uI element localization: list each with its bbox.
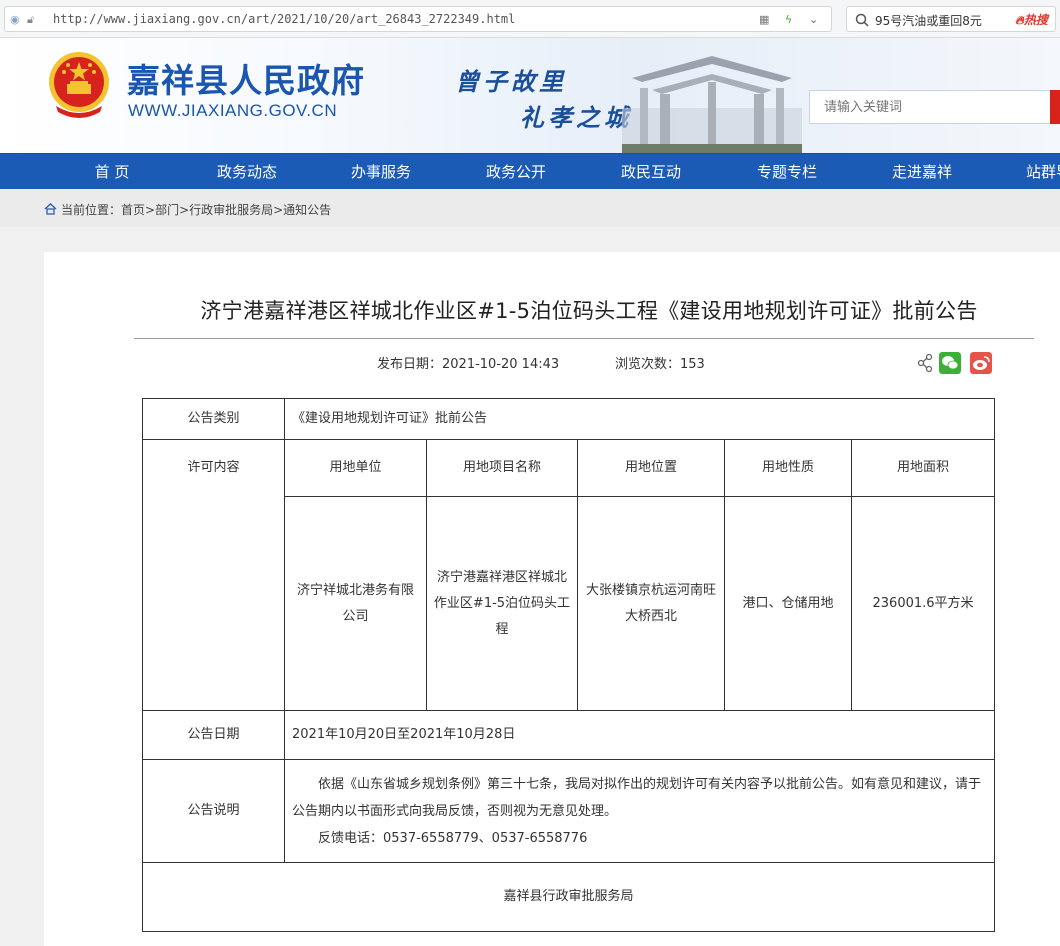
table-row: 嘉祥县行政审批服务局 bbox=[141, 862, 996, 932]
nav-about[interactable]: 走进嘉祥 bbox=[867, 154, 977, 190]
security-icon[interactable]: 🔓︎ bbox=[27, 13, 34, 27]
desc-text: 依据《山东省城乡规划条例》第三十七条，我局对拟作出的规划许可有关内容予以批前公告… bbox=[292, 776, 982, 819]
browser-search[interactable]: 95号汽油或重回8元 🔥︎热搜 bbox=[846, 6, 1056, 32]
cell-location: 大张楼镇京杭运河南旺大桥西北 bbox=[577, 496, 725, 711]
category-label: 公告类别 bbox=[142, 398, 285, 440]
weibo-icon[interactable] bbox=[970, 352, 992, 374]
table-row: 公告类别 《建设用地规划许可证》批前公告 bbox=[142, 398, 996, 440]
nav-home[interactable]: 首 页 bbox=[57, 154, 167, 190]
slogan-line1: 曾子故里 bbox=[455, 67, 567, 96]
article-title: 济宁港嘉祥港区祥城北作业区#1-5泊位码头工程《建设用地规划许可证》批前公告 bbox=[200, 299, 978, 323]
nav-topics[interactable]: 专题专栏 bbox=[732, 154, 842, 190]
archway-image bbox=[622, 56, 802, 153]
table-row: 公告说明 依据《山东省城乡规划条例》第三十七条，我局对拟作出的规划许可有关内容予… bbox=[142, 759, 996, 863]
breadcrumb-path[interactable]: 首页>部门>行政审批服务局>通知公告 bbox=[121, 203, 331, 217]
header-location: 用地位置 bbox=[577, 439, 725, 497]
category-value: 《建设用地规划许可证》批前公告 bbox=[283, 398, 996, 440]
speed-icon[interactable]: ϟ bbox=[785, 13, 792, 26]
search-suggestion[interactable]: 95号汽油或重回8元 bbox=[875, 12, 982, 29]
breadcrumb-bar: 当前位置：首页>部门>行政审批服务局>通知公告 bbox=[0, 189, 1060, 227]
site-search-button[interactable] bbox=[1050, 90, 1060, 124]
cell-area: 236001.6平方米 bbox=[850, 496, 996, 711]
nav-sites[interactable]: 站群导航 bbox=[1004, 154, 1060, 190]
url-text[interactable]: http://www.jiaxiang.gov.cn/art/2021/10/2… bbox=[53, 12, 515, 26]
table-row: 许可内容 用地单位 用地项目名称 用地位置 用地性质 用地面积 bbox=[142, 439, 996, 711]
nav-interaction[interactable]: 政民互动 bbox=[596, 154, 706, 190]
national-emblem-icon bbox=[49, 52, 109, 118]
qr-code-icon[interactable]: ▦ bbox=[759, 13, 769, 26]
chevron-down-icon[interactable]: ⌄ bbox=[809, 13, 818, 26]
header-unit: 用地单位 bbox=[284, 439, 427, 497]
breadcrumb-label: 当前位置： bbox=[61, 203, 122, 217]
flame-icon: 🔥︎ bbox=[1015, 13, 1024, 27]
browser-toolbar: ◉ 🔓︎ http://www.jiaxiang.gov.cn/art/2021… bbox=[0, 0, 1060, 38]
table-row: 公告日期 2021年10月20日至2021年10月28日 bbox=[142, 710, 996, 760]
hot-label: 热搜 bbox=[1023, 13, 1048, 27]
site-search bbox=[809, 90, 1060, 124]
article-panel: 济宁港嘉祥港区祥城北作业区#1-5泊位码头工程《建设用地规划许可证》批前公告 发… bbox=[44, 252, 1060, 946]
cell-unit: 济宁祥城北港务有限公司 bbox=[284, 496, 427, 711]
site-search-input[interactable] bbox=[810, 91, 1050, 123]
desc-phone: 反馈电话：0537-6558779、0537-6558776 bbox=[318, 830, 588, 846]
breadcrumb: 当前位置：首页>部门>行政审批服务局>通知公告 bbox=[44, 201, 331, 218]
share-icon[interactable] bbox=[916, 352, 934, 374]
desc-cell: 依据《山东省城乡规划条例》第三十七条，我局对拟作出的规划许可有关内容予以批前公告… bbox=[283, 759, 996, 863]
main-nav: 首 页 政务动态 办事服务 政务公开 政民互动 专题专栏 走进嘉祥 站群导航 bbox=[0, 153, 1060, 189]
header-area: 用地面积 bbox=[850, 439, 996, 497]
home-icon bbox=[44, 203, 57, 215]
notice-table: 公告类别 《建设用地规划许可证》批前公告 许可内容 用地单位 用地项目名称 用地… bbox=[141, 398, 996, 932]
search-icon bbox=[855, 13, 869, 27]
date-label: 公告日期 bbox=[142, 710, 285, 760]
nav-news[interactable]: 政务动态 bbox=[192, 154, 302, 190]
issuer: 嘉祥县行政审批服务局 bbox=[141, 862, 996, 932]
page-icon: ◉ bbox=[10, 13, 20, 26]
header-nature: 用地性质 bbox=[724, 439, 852, 497]
site-name[interactable]: 嘉祥县人民政府 bbox=[127, 54, 365, 102]
hot-search-label[interactable]: 🔥︎热搜 bbox=[1015, 11, 1048, 28]
site-domain: WWW.JIAXIANG.GOV.CN bbox=[128, 101, 338, 120]
site-header: 嘉祥县人民政府 WWW.JIAXIANG.GOV.CN 曾子故里 礼孝之城 bbox=[0, 38, 1060, 153]
cell-nature: 港口、仓储用地 bbox=[724, 496, 852, 711]
permit-label: 许可内容 bbox=[142, 439, 285, 711]
slogan-line2: 礼孝之城 bbox=[520, 103, 632, 132]
desc-label: 公告说明 bbox=[142, 759, 285, 863]
header-project: 用地项目名称 bbox=[426, 439, 578, 497]
nav-services[interactable]: 办事服务 bbox=[326, 154, 436, 190]
address-bar[interactable]: ◉ 🔓︎ http://www.jiaxiang.gov.cn/art/2021… bbox=[4, 6, 832, 32]
view-count: 浏览次数：153 bbox=[615, 357, 705, 372]
nav-disclosure[interactable]: 政务公开 bbox=[461, 154, 571, 190]
wechat-icon[interactable] bbox=[939, 352, 961, 374]
date-value: 2021年10月20日至2021年10月28日 bbox=[283, 710, 996, 760]
cell-project: 济宁港嘉祥港区祥城北作业区#1-5泊位码头工程 bbox=[426, 496, 578, 711]
title-divider bbox=[134, 338, 1034, 339]
publish-date: 发布日期：2021-10-20 14:43 bbox=[377, 357, 560, 372]
